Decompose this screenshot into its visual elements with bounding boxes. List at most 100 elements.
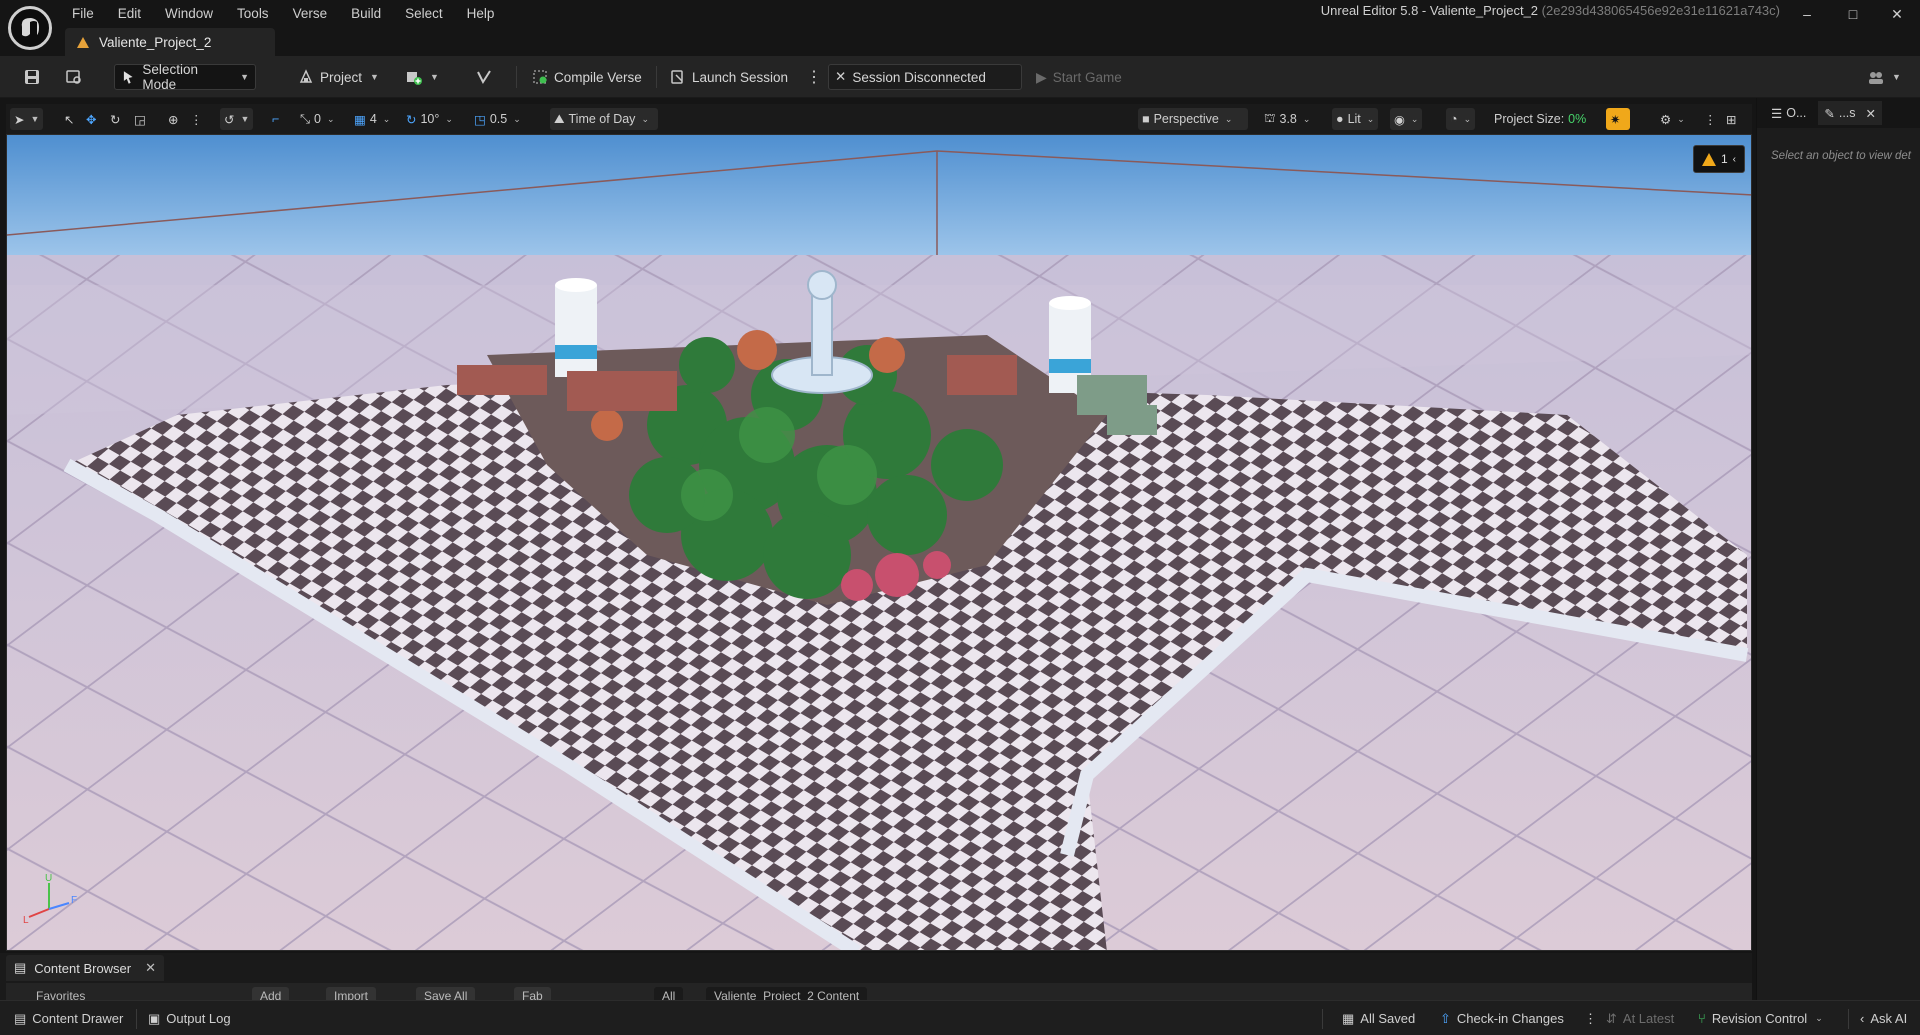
pencil-icon: ✎ bbox=[1824, 106, 1835, 121]
viewport-options-button[interactable]: ⋮ bbox=[1700, 108, 1721, 130]
camera-speed-value: 3.8 bbox=[1279, 112, 1297, 126]
show-flags-dropdown[interactable]: ◉ ⌄ bbox=[1390, 108, 1423, 130]
time-of-day-dropdown[interactable]: ⛰ Time of Day ⌄ bbox=[550, 108, 658, 130]
sync-icon: ⇵ bbox=[1606, 1010, 1617, 1026]
level-document-tab[interactable]: Valiente_Project_2 bbox=[65, 28, 275, 56]
grid-size-dropdown[interactable]: ▦ 4 ⌄ bbox=[350, 108, 394, 130]
translate-tool-button[interactable]: ✥ bbox=[82, 108, 100, 130]
compile-verse-button[interactable]: Compile Verse bbox=[526, 64, 648, 90]
session-status-label: Session Disconnected bbox=[852, 69, 986, 85]
save-all-button[interactable]: Save All bbox=[416, 987, 476, 1000]
realtime-toggle[interactable]: ✷ bbox=[1606, 108, 1630, 130]
performance-dropdown[interactable]: ◔ ⌄ bbox=[1446, 108, 1476, 130]
snap-rotation-dropdown[interactable]: ↺ ▼ bbox=[220, 108, 254, 130]
menu-build[interactable]: Build bbox=[339, 4, 393, 24]
viewport-select-dropdown[interactable]: ➤ ▼ bbox=[10, 108, 44, 130]
ask-ai-button[interactable]: ‹ Ask AI bbox=[1852, 1001, 1915, 1035]
tab-outliner[interactable]: ☰ O... bbox=[1765, 101, 1812, 125]
content-drawer-button[interactable]: ▤ Content Drawer bbox=[6, 1001, 131, 1035]
scale-snap-dropdown[interactable]: ◳ 0.5 ⌄ bbox=[470, 108, 525, 130]
window-title-text: Unreal Editor 5.8 - Valiente_Project_2 bbox=[1320, 3, 1539, 18]
world-local-button[interactable]: ⊕ bbox=[164, 108, 182, 130]
status-divider bbox=[136, 1009, 137, 1029]
axis-label-y: F bbox=[71, 895, 77, 906]
chevron-down-icon: ▼ bbox=[370, 72, 379, 82]
menu-select[interactable]: Select bbox=[393, 4, 455, 24]
browse-button[interactable] bbox=[60, 64, 88, 90]
layout-grid-icon: ⊞ bbox=[1726, 112, 1737, 127]
rotate-tool-button[interactable]: ↻ bbox=[106, 108, 124, 130]
session-options-button[interactable]: ⋮ bbox=[800, 64, 828, 90]
viewport-settings-dropdown[interactable]: ⚙ ⌄ bbox=[1656, 108, 1689, 130]
path-all[interactable]: All bbox=[654, 987, 684, 1000]
close-icon[interactable]: ✕ bbox=[1866, 106, 1876, 121]
launch-session-button[interactable]: Launch Session bbox=[664, 64, 794, 90]
grid-snap-toggle[interactable]: ⌐ bbox=[268, 108, 283, 130]
users-dropdown[interactable]: ▼ bbox=[1862, 64, 1907, 90]
project-dropdown[interactable]: Project ▼ bbox=[292, 64, 385, 90]
scale-icon: ◲ bbox=[134, 112, 146, 127]
view-mode-dropdown[interactable]: ● Lit ⌄ bbox=[1332, 108, 1379, 130]
perspective-dropdown[interactable]: ■ Perspective ⌄ bbox=[1138, 108, 1248, 130]
camera-icon: ■ bbox=[1142, 112, 1150, 126]
camera-speed-dropdown[interactable]: ⛫ 3.8 ⌄ bbox=[1260, 108, 1314, 130]
transform-options-button[interactable]: ⋮ bbox=[186, 108, 207, 130]
status-divider bbox=[1848, 1009, 1849, 1029]
menu-help[interactable]: Help bbox=[455, 4, 507, 24]
chevron-down-icon: ⌄ bbox=[1463, 113, 1472, 124]
selection-mode-dropdown[interactable]: Selection Mode ▼ bbox=[114, 62, 256, 92]
revision-control-icon: ⑂ bbox=[1698, 1011, 1706, 1026]
close-button[interactable]: ✕ bbox=[1874, 0, 1920, 28]
menu-window[interactable]: Window bbox=[153, 4, 225, 24]
details-empty-message: Select an object to view det bbox=[1771, 150, 1911, 162]
viewport-layout-button[interactable]: ⊞ bbox=[1722, 108, 1740, 130]
unreal-logo-icon[interactable] bbox=[8, 6, 52, 50]
content-browser-panel: ▤ Content Browser ✕ Favorites Add Import… bbox=[0, 953, 1752, 1000]
content-drawer-label: Content Drawer bbox=[32, 1011, 124, 1026]
level-viewport[interactable]: 1 ‹ U L F bbox=[6, 134, 1752, 951]
angle-snap-dropdown[interactable]: ↻ 10° ⌄ bbox=[402, 108, 457, 130]
tab-content-browser[interactable]: ▤ Content Browser ✕ bbox=[6, 955, 164, 981]
add-button[interactable]: Add bbox=[252, 987, 290, 1000]
import-button[interactable]: Import bbox=[326, 987, 377, 1000]
upload-icon: ⇧ bbox=[1440, 1010, 1451, 1026]
scale-tool-button[interactable]: ◲ bbox=[130, 108, 150, 130]
start-game-button[interactable]: ▶ Start Game bbox=[1030, 64, 1128, 90]
gear-icon: ⚙ bbox=[1660, 112, 1672, 127]
minimize-button[interactable]: – bbox=[1784, 0, 1830, 28]
chevron-down-icon: ⌄ bbox=[1677, 113, 1685, 124]
more-vertical-icon: ⋮ bbox=[1704, 112, 1717, 127]
time-of-day-icon: ⛰ bbox=[554, 111, 565, 126]
log-icon: ▣ bbox=[148, 1010, 161, 1026]
maximize-button[interactable]: □ bbox=[1830, 0, 1876, 28]
menu-tools[interactable]: Tools bbox=[225, 4, 281, 24]
select-arrow-icon: ↖ bbox=[64, 112, 75, 127]
menu-edit[interactable]: Edit bbox=[106, 4, 153, 24]
window-title-hash: (2e293d438065456e92e31e11621a743c) bbox=[1541, 3, 1780, 18]
fab-button[interactable]: Fab bbox=[514, 987, 551, 1000]
chevron-down-icon: ⌄ bbox=[1224, 113, 1233, 124]
level-tab-label: Valiente_Project_2 bbox=[99, 34, 212, 50]
axis-label-x: L bbox=[23, 915, 29, 926]
viewport-warnings-button[interactable]: 1 ‹ bbox=[1693, 145, 1745, 173]
select-tool-button[interactable]: ↖ bbox=[60, 108, 78, 130]
add-content-dropdown[interactable]: ▼ bbox=[400, 64, 445, 90]
menu-verse[interactable]: Verse bbox=[281, 4, 340, 24]
tab-details[interactable]: ✎ ...s ✕ bbox=[1818, 101, 1883, 125]
rotation-snap-icon: ⤡ bbox=[300, 111, 311, 126]
drawer-icon: ▤ bbox=[14, 1010, 27, 1026]
all-saved-button[interactable]: ▦ All Saved bbox=[1334, 1001, 1423, 1035]
save-button[interactable] bbox=[18, 64, 46, 90]
globe-icon: ⊕ bbox=[168, 112, 179, 127]
rotation-snap-dropdown[interactable]: ⤡ 0 ⌄ bbox=[296, 108, 339, 130]
verse-button[interactable] bbox=[470, 64, 498, 90]
favorites-toggle[interactable]: Favorites bbox=[28, 987, 93, 1000]
menu-file[interactable]: File bbox=[60, 4, 106, 24]
revision-control-dropdown[interactable]: ⑂ Revision Control ⌄ bbox=[1690, 1001, 1831, 1035]
output-log-button[interactable]: ▣ Output Log bbox=[140, 1001, 239, 1035]
path-content[interactable]: Valiente_Project_2 Content bbox=[706, 987, 868, 1000]
check-in-changes-button[interactable]: ⇧ Check-in Changes bbox=[1432, 1001, 1572, 1035]
close-icon[interactable]: ✕ bbox=[145, 960, 156, 976]
chevron-down-icon: ▼ bbox=[1892, 72, 1901, 82]
ask-ai-label: Ask AI bbox=[1870, 1011, 1908, 1026]
